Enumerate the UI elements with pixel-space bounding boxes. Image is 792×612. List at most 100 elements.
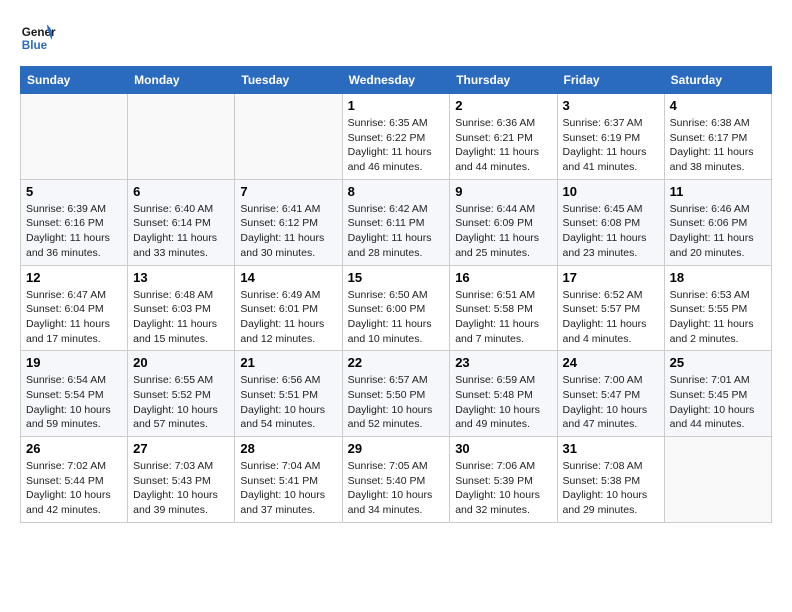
day-info: Sunrise: 7:05 AM Sunset: 5:40 PM Dayligh… — [348, 459, 445, 518]
day-info: Sunrise: 6:47 AM Sunset: 6:04 PM Dayligh… — [26, 288, 122, 347]
calendar-cell: 18Sunrise: 6:53 AM Sunset: 5:55 PM Dayli… — [664, 265, 771, 351]
day-info: Sunrise: 6:40 AM Sunset: 6:14 PM Dayligh… — [133, 202, 229, 261]
calendar-cell: 15Sunrise: 6:50 AM Sunset: 6:00 PM Dayli… — [342, 265, 450, 351]
day-info: Sunrise: 6:48 AM Sunset: 6:03 PM Dayligh… — [133, 288, 229, 347]
day-number: 6 — [133, 184, 229, 199]
calendar-cell: 12 Sunrise: 6:47 AM Sunset: 6:04 PM Dayli… — [21, 265, 128, 351]
day-info: Sunrise: 6:45 AM Sunset: 6:08 PM Dayligh… — [563, 202, 659, 261]
day-info: Sunrise: 6:49 AM Sunset: 6:01 PM Dayligh… — [240, 288, 336, 347]
day-info: Sunrise: 6:46 AM Sunset: 6:06 PM Dayligh… — [670, 202, 766, 261]
day-info: Sunrise: 7:08 AM Sunset: 5:38 PM Dayligh… — [563, 459, 659, 518]
day-number: 12 — [26, 270, 122, 285]
day-info: Sunrise: 6:55 AM Sunset: 5:52 PM Dayligh… — [133, 373, 229, 432]
calendar-week-row: 12 Sunrise: 6:47 AM Sunset: 6:04 PM Dayli… — [21, 265, 772, 351]
day-number: 15 — [348, 270, 445, 285]
day-number: 10 — [563, 184, 659, 199]
day-info: Sunrise: 6:59 AM Sunset: 5:48 PM Dayligh… — [455, 373, 551, 432]
day-number: 4 — [670, 98, 766, 113]
calendar-table: SundayMondayTuesdayWednesdayThursdayFrid… — [20, 66, 772, 523]
day-number: 22 — [348, 355, 445, 370]
calendar-cell: 20Sunrise: 6:55 AM Sunset: 5:52 PM Dayli… — [128, 351, 235, 437]
calendar-cell: 4Sunrise: 6:38 AM Sunset: 6:17 PM Daylig… — [664, 94, 771, 180]
calendar-cell: 7Sunrise: 6:41 AM Sunset: 6:12 PM Daylig… — [235, 179, 342, 265]
day-number: 26 — [26, 441, 122, 456]
day-number: 5 — [26, 184, 122, 199]
day-info: Sunrise: 6:52 AM Sunset: 5:57 PM Dayligh… — [563, 288, 659, 347]
weekday-label: Thursday — [450, 67, 557, 94]
weekday-label: Friday — [557, 67, 664, 94]
day-number: 13 — [133, 270, 229, 285]
day-info: Sunrise: 7:03 AM Sunset: 5:43 PM Dayligh… — [133, 459, 229, 518]
page-header: General Blue — [20, 20, 772, 56]
calendar-week-row: 5 Sunrise: 6:39 AM Sunset: 6:16 PM Daylig… — [21, 179, 772, 265]
logo-icon: General Blue — [20, 20, 56, 56]
day-number: 28 — [240, 441, 336, 456]
calendar-cell — [21, 94, 128, 180]
day-number: 19 — [26, 355, 122, 370]
calendar-cell: 23Sunrise: 6:59 AM Sunset: 5:48 PM Dayli… — [450, 351, 557, 437]
day-info: Sunrise: 6:56 AM Sunset: 5:51 PM Dayligh… — [240, 373, 336, 432]
logo: General Blue — [20, 20, 56, 56]
weekday-label: Monday — [128, 67, 235, 94]
day-number: 2 — [455, 98, 551, 113]
day-number: 18 — [670, 270, 766, 285]
day-number: 24 — [563, 355, 659, 370]
calendar-week-row: 1 Sunrise: 6:35 AM Sunset: 6:22 PM Daylig… — [21, 94, 772, 180]
weekday-label: Saturday — [664, 67, 771, 94]
calendar-cell: 5 Sunrise: 6:39 AM Sunset: 6:16 PM Daylig… — [21, 179, 128, 265]
calendar-cell: 21 Sunrise: 6:56 AM Sunset: 5:51 PM Dayli… — [235, 351, 342, 437]
day-info: Sunrise: 6:37 AM Sunset: 6:19 PM Dayligh… — [563, 116, 659, 175]
day-number: 21 — [240, 355, 336, 370]
calendar-cell: 13 Sunrise: 6:48 AM Sunset: 6:03 PM Dayli… — [128, 265, 235, 351]
calendar-cell: 2Sunrise: 6:36 AM Sunset: 6:21 PM Daylig… — [450, 94, 557, 180]
day-info: Sunrise: 7:01 AM Sunset: 5:45 PM Dayligh… — [670, 373, 766, 432]
calendar-cell — [235, 94, 342, 180]
day-info: Sunrise: 6:54 AM Sunset: 5:54 PM Dayligh… — [26, 373, 122, 432]
calendar-cell: 22 Sunrise: 6:57 AM Sunset: 5:50 PM Dayli… — [342, 351, 450, 437]
day-number: 30 — [455, 441, 551, 456]
calendar-cell: 10 Sunrise: 6:45 AM Sunset: 6:08 PM Dayli… — [557, 179, 664, 265]
calendar-cell: 3 Sunrise: 6:37 AM Sunset: 6:19 PM Daylig… — [557, 94, 664, 180]
calendar-cell: 17 Sunrise: 6:52 AM Sunset: 5:57 PM Dayli… — [557, 265, 664, 351]
day-info: Sunrise: 6:57 AM Sunset: 5:50 PM Dayligh… — [348, 373, 445, 432]
day-number: 3 — [563, 98, 659, 113]
calendar-cell: 31 Sunrise: 7:08 AM Sunset: 5:38 PM Dayli… — [557, 437, 664, 523]
weekday-label: Sunday — [21, 67, 128, 94]
day-number: 17 — [563, 270, 659, 285]
day-info: Sunrise: 6:35 AM Sunset: 6:22 PM Dayligh… — [348, 116, 445, 175]
day-number: 25 — [670, 355, 766, 370]
day-info: Sunrise: 6:39 AM Sunset: 6:16 PM Dayligh… — [26, 202, 122, 261]
calendar-cell — [128, 94, 235, 180]
calendar-cell: 16 Sunrise: 6:51 AM Sunset: 5:58 PM Dayli… — [450, 265, 557, 351]
day-info: Sunrise: 6:51 AM Sunset: 5:58 PM Dayligh… — [455, 288, 551, 347]
day-number: 8 — [348, 184, 445, 199]
calendar-cell: 14 Sunrise: 6:49 AM Sunset: 6:01 PM Dayli… — [235, 265, 342, 351]
calendar-week-row: 26Sunrise: 7:02 AM Sunset: 5:44 PM Dayli… — [21, 437, 772, 523]
day-info: Sunrise: 6:42 AM Sunset: 6:11 PM Dayligh… — [348, 202, 445, 261]
calendar-body: 1 Sunrise: 6:35 AM Sunset: 6:22 PM Daylig… — [21, 94, 772, 523]
weekday-label: Tuesday — [235, 67, 342, 94]
calendar-cell — [664, 437, 771, 523]
calendar-cell: 24Sunrise: 7:00 AM Sunset: 5:47 PM Dayli… — [557, 351, 664, 437]
calendar-cell: 11 Sunrise: 6:46 AM Sunset: 6:06 PM Dayli… — [664, 179, 771, 265]
svg-text:Blue: Blue — [22, 39, 48, 52]
weekday-header-row: SundayMondayTuesdayWednesdayThursdayFrid… — [21, 67, 772, 94]
day-info: Sunrise: 7:06 AM Sunset: 5:39 PM Dayligh… — [455, 459, 551, 518]
day-number: 1 — [348, 98, 445, 113]
day-info: Sunrise: 6:41 AM Sunset: 6:12 PM Dayligh… — [240, 202, 336, 261]
calendar-cell: 6 Sunrise: 6:40 AM Sunset: 6:14 PM Daylig… — [128, 179, 235, 265]
day-number: 11 — [670, 184, 766, 199]
calendar-cell: 26Sunrise: 7:02 AM Sunset: 5:44 PM Dayli… — [21, 437, 128, 523]
day-number: 14 — [240, 270, 336, 285]
calendar-cell: 30 Sunrise: 7:06 AM Sunset: 5:39 PM Dayli… — [450, 437, 557, 523]
weekday-label: Wednesday — [342, 67, 450, 94]
day-number: 16 — [455, 270, 551, 285]
calendar-cell: 9Sunrise: 6:44 AM Sunset: 6:09 PM Daylig… — [450, 179, 557, 265]
day-number: 31 — [563, 441, 659, 456]
calendar-cell: 27Sunrise: 7:03 AM Sunset: 5:43 PM Dayli… — [128, 437, 235, 523]
day-info: Sunrise: 7:04 AM Sunset: 5:41 PM Dayligh… — [240, 459, 336, 518]
calendar-cell: 19 Sunrise: 6:54 AM Sunset: 5:54 PM Dayli… — [21, 351, 128, 437]
day-number: 29 — [348, 441, 445, 456]
calendar-cell: 25 Sunrise: 7:01 AM Sunset: 5:45 PM Dayli… — [664, 351, 771, 437]
day-number: 9 — [455, 184, 551, 199]
